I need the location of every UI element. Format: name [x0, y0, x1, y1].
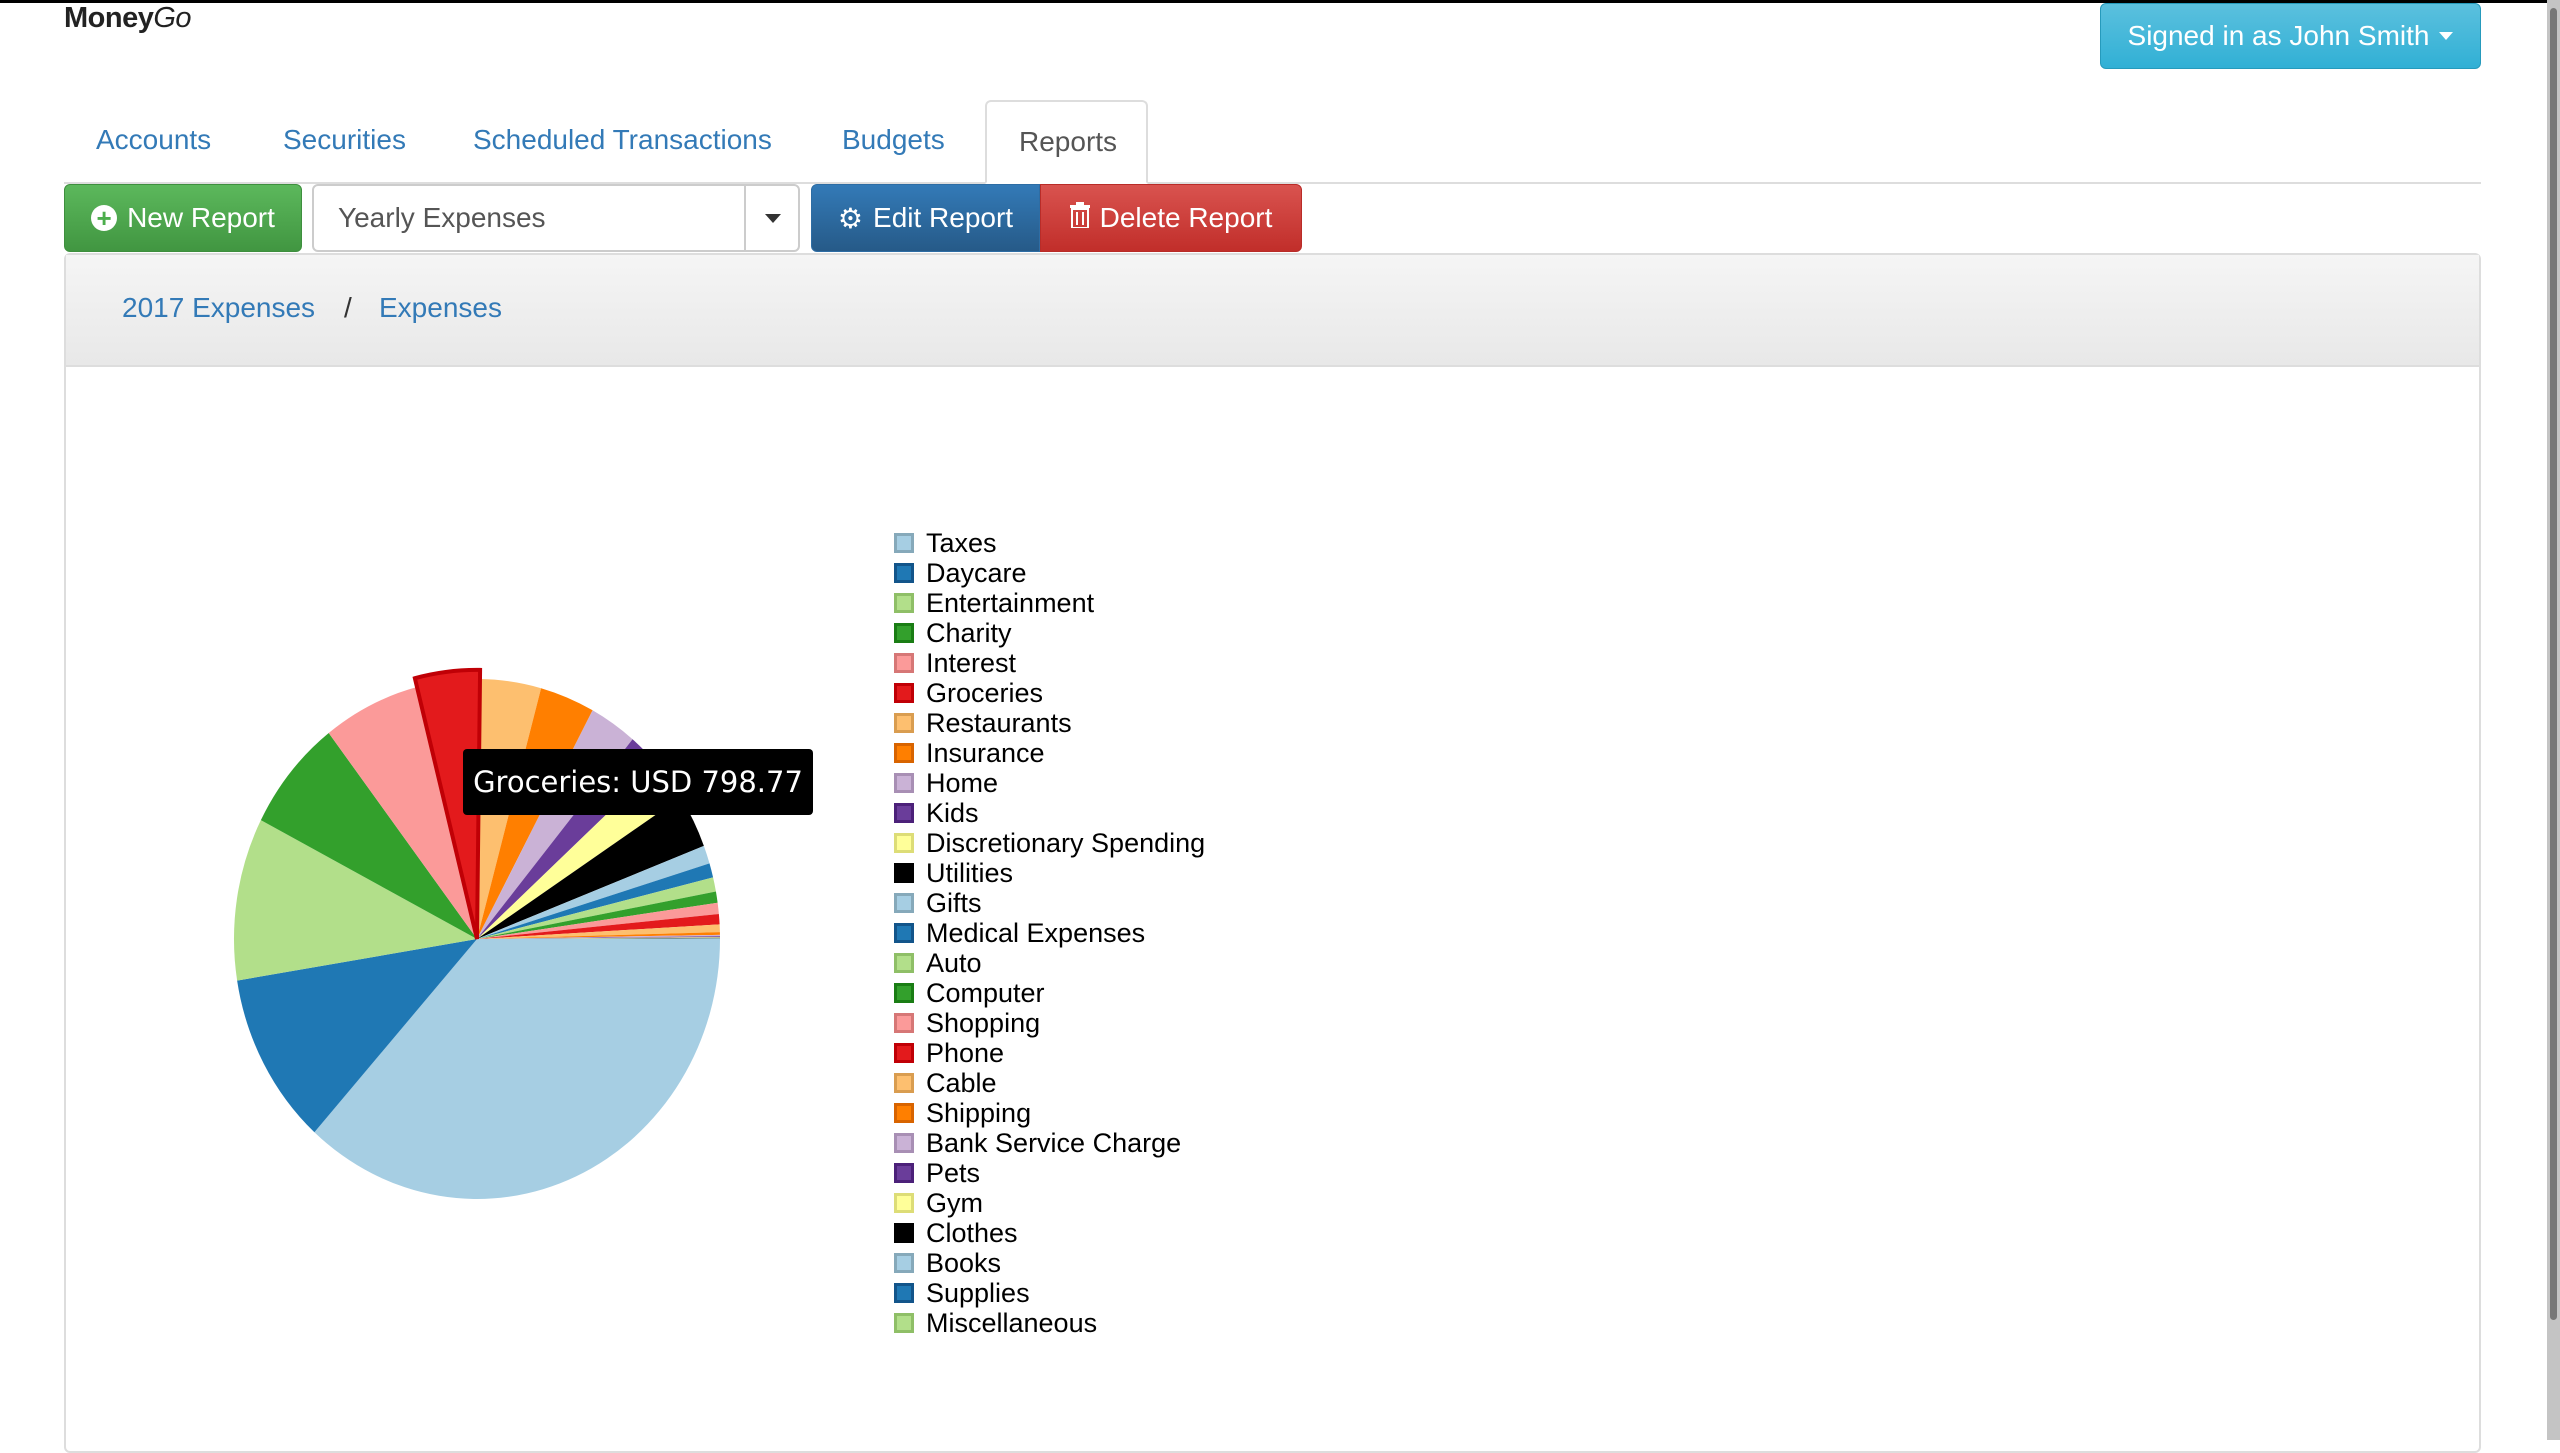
legend-label: Utilities	[926, 858, 1013, 889]
legend-swatch	[894, 623, 914, 643]
legend-label: Taxes	[926, 528, 997, 559]
legend-item: Insurance	[894, 738, 1205, 768]
legend-swatch	[894, 593, 914, 613]
legend-swatch	[894, 653, 914, 673]
legend-label: Bank Service Charge	[926, 1128, 1181, 1159]
legend-item: Medical Expenses	[894, 918, 1205, 948]
legend-swatch	[894, 743, 914, 763]
legend-label: Entertainment	[926, 588, 1094, 619]
legend-swatch	[894, 533, 914, 553]
legend-label: Daycare	[926, 558, 1027, 589]
legend-item: Restaurants	[894, 708, 1205, 738]
legend-label: Charity	[926, 618, 1012, 649]
expenses-pie-chart	[0, 0, 2560, 1440]
legend-label: Phone	[926, 1038, 1004, 1069]
legend-label: Gym	[926, 1188, 983, 1219]
legend-label: Interest	[926, 648, 1016, 679]
legend-label: Medical Expenses	[926, 918, 1145, 949]
legend-swatch	[894, 953, 914, 973]
legend-item: Interest	[894, 648, 1205, 678]
legend-item: Cable	[894, 1068, 1205, 1098]
legend-swatch	[894, 1043, 914, 1063]
chart-legend: TaxesDaycareEntertainmentCharityInterest…	[894, 528, 1205, 1338]
legend-item: Taxes	[894, 528, 1205, 558]
legend-item: Books	[894, 1248, 1205, 1278]
legend-item: Supplies	[894, 1278, 1205, 1308]
legend-label: Shipping	[926, 1098, 1031, 1129]
legend-item: Bank Service Charge	[894, 1128, 1205, 1158]
legend-swatch	[894, 713, 914, 733]
legend-item: Daycare	[894, 558, 1205, 588]
legend-label: Computer	[926, 978, 1045, 1009]
legend-swatch	[894, 1313, 914, 1333]
legend-item: Gym	[894, 1188, 1205, 1218]
legend-label: Home	[926, 768, 998, 799]
legend-label: Kids	[926, 798, 979, 829]
legend-swatch	[894, 833, 914, 853]
scrollbar-thumb[interactable]	[2550, 8, 2557, 1320]
legend-swatch	[894, 563, 914, 583]
legend-swatch	[894, 893, 914, 913]
legend-item: Groceries	[894, 678, 1205, 708]
legend-swatch	[894, 1253, 914, 1273]
legend-swatch	[894, 1283, 914, 1303]
legend-label: Cable	[926, 1068, 997, 1099]
legend-label: Auto	[926, 948, 982, 979]
legend-label: Gifts	[926, 888, 982, 919]
legend-label: Restaurants	[926, 708, 1072, 739]
legend-item: Shopping	[894, 1008, 1205, 1038]
chart-tooltip: Groceries: USD 798.77	[463, 749, 813, 815]
legend-swatch	[894, 1223, 914, 1243]
legend-swatch	[894, 1013, 914, 1033]
legend-item: Phone	[894, 1038, 1205, 1068]
legend-label: Shopping	[926, 1008, 1040, 1039]
legend-item: Kids	[894, 798, 1205, 828]
legend-label: Miscellaneous	[926, 1308, 1097, 1339]
legend-swatch	[894, 983, 914, 1003]
legend-label: Insurance	[926, 738, 1045, 769]
legend-swatch	[894, 1073, 914, 1093]
legend-item: Entertainment	[894, 588, 1205, 618]
legend-item: Miscellaneous	[894, 1308, 1205, 1338]
legend-swatch	[894, 773, 914, 793]
legend-item: Home	[894, 768, 1205, 798]
legend-label: Supplies	[926, 1278, 1030, 1309]
legend-swatch	[894, 683, 914, 703]
legend-label: Pets	[926, 1158, 980, 1189]
legend-item: Discretionary Spending	[894, 828, 1205, 858]
legend-item: Computer	[894, 978, 1205, 1008]
legend-item: Auto	[894, 948, 1205, 978]
legend-item: Charity	[894, 618, 1205, 648]
legend-item: Shipping	[894, 1098, 1205, 1128]
legend-item: Clothes	[894, 1218, 1205, 1248]
legend-swatch	[894, 863, 914, 883]
legend-swatch	[894, 1103, 914, 1123]
legend-swatch	[894, 1133, 914, 1153]
legend-swatch	[894, 803, 914, 823]
legend-item: Utilities	[894, 858, 1205, 888]
legend-swatch	[894, 1193, 914, 1213]
legend-label: Books	[926, 1248, 1001, 1279]
legend-label: Groceries	[926, 678, 1043, 709]
legend-item: Gifts	[894, 888, 1205, 918]
legend-swatch	[894, 1163, 914, 1183]
legend-label: Clothes	[926, 1218, 1018, 1249]
legend-swatch	[894, 923, 914, 943]
legend-label: Discretionary Spending	[926, 828, 1205, 859]
legend-item: Pets	[894, 1158, 1205, 1188]
